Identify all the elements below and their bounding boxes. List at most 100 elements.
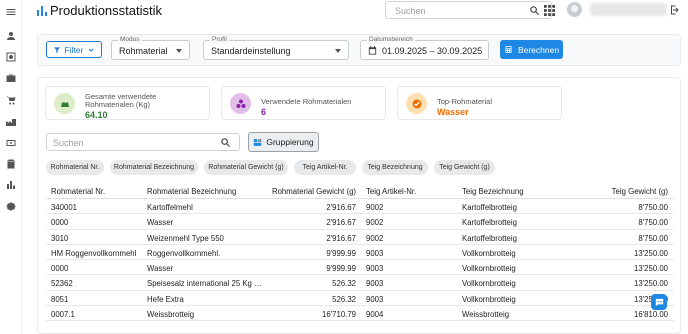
table-search-placeholder: Suchen xyxy=(53,138,84,148)
stat-label: Top-Rohmaterial xyxy=(437,97,493,106)
table-header-row: Rohmaterial Nr. Rohmaterial Bezeichnung … xyxy=(46,182,674,199)
data-table: Rohmaterial Nr. Rohmaterial Bezeichnung … xyxy=(46,182,674,322)
cart-icon[interactable] xyxy=(4,93,18,107)
gear-box-icon[interactable] xyxy=(4,50,18,64)
table-cell: 16'810.00 xyxy=(633,310,668,320)
stat-label: Gesamte verwendete Rohmaterialen (Kg) xyxy=(85,92,157,109)
column-header[interactable]: Rohmaterial Nr. xyxy=(51,187,141,196)
wallet-icon[interactable] xyxy=(4,136,18,150)
profil-select[interactable]: Profil Standardeinstellung xyxy=(203,36,349,60)
table-cell: 9'999.99 xyxy=(326,264,356,274)
dropdown-caret-icon xyxy=(176,49,182,53)
user-icon[interactable] xyxy=(4,29,18,43)
table-cell: 9003 xyxy=(366,279,384,289)
chevron-down-icon xyxy=(89,48,94,52)
date-range-label: Datumsbereich xyxy=(367,36,415,44)
statistics-icon xyxy=(37,6,47,16)
table-row[interactable]: 52362 Speisesalz international 25 Kg Ku.… xyxy=(46,275,674,291)
apps-grid-icon[interactable] xyxy=(544,5,555,16)
clipboard-icon[interactable] xyxy=(4,157,18,171)
stat-value: 64.10 xyxy=(85,110,108,120)
table-cell: 9'999.99 xyxy=(326,248,356,258)
table-cell: Roggenvollkornmehl. xyxy=(147,248,221,258)
table-cell: 9003 xyxy=(366,264,384,274)
table-cell: 9003 xyxy=(366,294,384,304)
side-navigation xyxy=(0,0,22,334)
filter-icon xyxy=(53,46,60,53)
table-row[interactable]: 0000 Wasser 9'999.99 9003 Vollkornbrotte… xyxy=(46,260,674,276)
grouping-button[interactable]: Gruppierung xyxy=(248,132,319,152)
scale-icon xyxy=(54,93,75,114)
table-cell: 3010 xyxy=(51,233,69,243)
table-row[interactable]: HM Roggenvollkornmehl Roggenvollkornmehl… xyxy=(46,245,674,261)
search-icon[interactable] xyxy=(220,137,231,148)
table-cell: 8'750.00 xyxy=(638,218,668,228)
statistics-panel: Gesamte verwendete Rohmaterialen (Kg) 64… xyxy=(37,77,681,334)
table-cell: 2'916.67 xyxy=(326,233,356,243)
table-cell: 9004 xyxy=(366,310,384,320)
column-chip[interactable]: Rohmaterial Nr. xyxy=(46,160,104,175)
calendar-icon xyxy=(368,45,377,55)
table-cell: 8'750.00 xyxy=(638,233,668,243)
check-badge-icon xyxy=(406,93,427,114)
table-row[interactable]: 0000 Wasser 2'916.67 9002 Kartoffelbrott… xyxy=(46,214,674,230)
global-search-input[interactable]: Suchen xyxy=(385,1,552,19)
avatar[interactable] xyxy=(567,2,582,17)
table-cell: Vollkornbrotteig xyxy=(462,248,516,258)
modus-select[interactable]: Modus Rohmaterial xyxy=(111,36,190,60)
table-cell: Weizenmehl Type 550 xyxy=(147,233,224,243)
grouping-label: Gruppierung xyxy=(266,137,314,147)
column-chip[interactable]: Rohmaterial Bezeichnung xyxy=(110,160,198,175)
table-cell: 9002 xyxy=(366,218,384,228)
table-search-input[interactable]: Suchen xyxy=(46,133,240,151)
column-header[interactable]: Teig Bezeichnung xyxy=(462,187,572,196)
table-row[interactable]: 8051 Hefe Extra 526.32 9003 Vollkornbrot… xyxy=(46,291,674,307)
grouping-icon xyxy=(254,138,262,146)
profil-value: Standardeinstellung xyxy=(211,46,291,56)
table-cell: 340001 xyxy=(51,203,78,212)
column-header[interactable]: Rohmaterial Gewicht (g) xyxy=(268,187,356,196)
column-chip[interactable]: Teig Gewicht (g) xyxy=(434,160,495,175)
column-header[interactable]: Teig Artikel-Nr. xyxy=(366,187,456,196)
filter-button[interactable]: Filter xyxy=(46,41,102,58)
column-header[interactable]: Rohmaterial Bezeichnung xyxy=(147,187,265,196)
date-range-field[interactable]: Datumsbereich 01.09.2025 – 30.09.2025 xyxy=(360,36,489,60)
stat-label: Verwendete Rohmaterialen xyxy=(261,97,352,106)
stat-card-total-weight: Gesamte verwendete Rohmaterialen (Kg) 64… xyxy=(45,86,210,120)
table-cell: Hefe Extra xyxy=(147,294,184,304)
column-chip[interactable]: Teig Artikel-Nr. xyxy=(294,160,356,175)
search-placeholder: Suchen xyxy=(395,6,426,16)
page-title: Produktionsstatistik xyxy=(50,3,162,18)
bar-chart-icon[interactable] xyxy=(4,178,18,192)
filter-bar: Filter Modus Rohmaterial Profil Standard… xyxy=(37,34,681,66)
table-cell: HM Roggenvollkornmehl xyxy=(51,248,137,258)
modus-label: Modus xyxy=(118,36,142,44)
column-chip[interactable]: Rohmaterial Gewicht (g) xyxy=(204,160,288,175)
briefcase-icon[interactable] xyxy=(4,71,18,85)
table-cell: 2'916.67 xyxy=(326,203,356,212)
column-chip[interactable]: Teig Bezeichnung xyxy=(362,160,428,175)
table-row[interactable]: 340001 Kartoffelmehl 2'916.67 9002 Karto… xyxy=(46,199,674,215)
column-header[interactable]: Teig Gewicht (g) xyxy=(576,187,668,196)
table-cell: 8'750.00 xyxy=(638,203,668,212)
calculate-button[interactable]: Berechnen xyxy=(500,40,563,59)
settings-icon[interactable] xyxy=(4,199,18,213)
date-range-value: 01.09.2025 – 30.09.2025 xyxy=(382,46,483,56)
search-icon[interactable] xyxy=(529,5,540,16)
table-cell: 526.32 xyxy=(332,279,356,289)
table-cell: 0000 xyxy=(51,218,69,228)
table-cell: 9003 xyxy=(366,248,384,258)
table-row[interactable]: 3010 Weizenmehl Type 550 2'916.67 9002 K… xyxy=(46,230,674,245)
table-cell: Kartoffelbrotteig xyxy=(462,218,517,228)
factory-icon[interactable] xyxy=(4,115,18,129)
chat-assistant-icon[interactable] xyxy=(651,294,667,310)
table-cell: 526.32 xyxy=(332,294,356,304)
dropdown-caret-icon xyxy=(335,49,341,53)
filter-label: Filter xyxy=(64,44,84,55)
table-cell: Kartoffelmehl xyxy=(147,203,193,212)
table-cell: 0000 xyxy=(51,264,69,274)
logout-icon[interactable] xyxy=(669,4,681,16)
table-row[interactable]: 0007.1 Weissbrotteig 16'710.79 9004 Weis… xyxy=(46,306,674,322)
menu-icon[interactable] xyxy=(4,5,18,19)
calculate-label: Berechnen xyxy=(517,44,560,55)
